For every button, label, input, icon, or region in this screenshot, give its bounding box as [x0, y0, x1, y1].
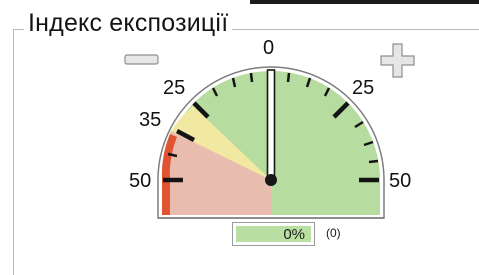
- scale-label-right-50: 50: [389, 170, 412, 192]
- scale-label-left-50: 50: [129, 170, 152, 192]
- gauge-needle: [265, 69, 277, 186]
- exposure-count: (0): [326, 226, 341, 240]
- scale-label-left-35: 35: [139, 109, 162, 131]
- exposure-readout-box: 0%: [232, 222, 315, 246]
- scale-label-0: 0: [263, 37, 275, 59]
- scale-label-right-25: 25: [352, 77, 375, 99]
- scale-label-left-25: 25: [163, 77, 186, 99]
- exposure-readout-value: 0%: [236, 226, 311, 243]
